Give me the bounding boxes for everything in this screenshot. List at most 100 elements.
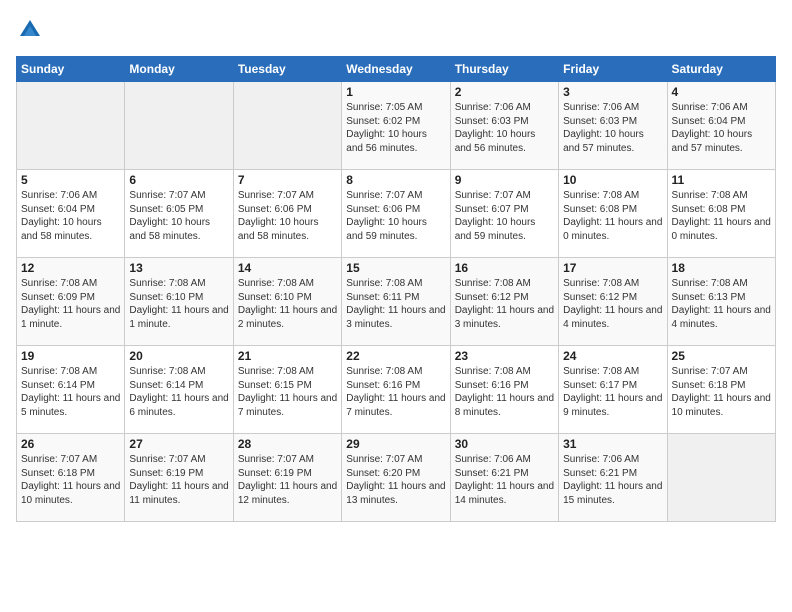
header-thursday: Thursday (450, 57, 558, 82)
day-number: 28 (238, 437, 337, 451)
day-info: Sunrise: 7:08 AM Sunset: 6:10 PM Dayligh… (238, 277, 337, 331)
calendar-cell: 31Sunrise: 7:06 AM Sunset: 6:21 PM Dayli… (559, 434, 667, 522)
day-number: 3 (563, 85, 662, 99)
day-info: Sunrise: 7:08 AM Sunset: 6:09 PM Dayligh… (21, 277, 120, 331)
day-info: Sunrise: 7:07 AM Sunset: 6:06 PM Dayligh… (346, 189, 445, 243)
day-info: Sunrise: 7:08 AM Sunset: 6:15 PM Dayligh… (238, 365, 337, 419)
calendar-cell: 26 Sunrise: 7:07 AM Sunset: 6:18 PM Dayli… (17, 434, 125, 522)
day-number: 4 (672, 85, 771, 99)
calendar-cell (125, 82, 233, 170)
day-number: 16 (455, 261, 554, 275)
day-number: 22 (346, 349, 445, 363)
calendar-cell: 2 Sunrise: 7:06 AM Sunset: 6:03 PM Daylig… (450, 82, 558, 170)
day-number: 18 (672, 261, 771, 275)
day-number: 25 (672, 349, 771, 363)
calendar-cell: 13 Sunrise: 7:08 AM Sunset: 6:10 PM Dayli… (125, 258, 233, 346)
day-info: Sunrise: 7:06 AM Sunset: 6:03 PM Dayligh… (455, 101, 554, 155)
day-number: 21 (238, 349, 337, 363)
day-info: Sunrise: 7:05 AM Sunset: 6:02 PM Dayligh… (346, 101, 445, 155)
day-info: Sunrise: 7:06 AM Sunset: 6:04 PM Dayligh… (21, 189, 120, 243)
calendar-cell: 21 Sunrise: 7:08 AM Sunset: 6:15 PM Dayli… (233, 346, 341, 434)
day-info: Sunrise: 7:08 AM Sunset: 6:13 PM Dayligh… (672, 277, 771, 331)
calendar-cell: 6 Sunrise: 7:07 AM Sunset: 6:05 PM Daylig… (125, 170, 233, 258)
calendar-table: SundayMondayTuesdayWednesdayThursdayFrid… (16, 56, 776, 522)
day-info: Sunrise: 7:07 AM Sunset: 6:07 PM Dayligh… (455, 189, 554, 243)
calendar-cell: 19 Sunrise: 7:08 AM Sunset: 6:14 PM Dayli… (17, 346, 125, 434)
day-number: 6 (129, 173, 228, 187)
calendar-cell: 25 Sunrise: 7:07 AM Sunset: 6:18 PM Dayli… (667, 346, 775, 434)
day-info: Sunrise: 7:08 AM Sunset: 6:08 PM Dayligh… (563, 189, 662, 243)
day-number: 20 (129, 349, 228, 363)
logo-icon (16, 16, 44, 44)
calendar-cell: 16 Sunrise: 7:08 AM Sunset: 6:12 PM Dayli… (450, 258, 558, 346)
calendar-cell: 11Sunrise: 7:08 AM Sunset: 6:08 PM Dayli… (667, 170, 775, 258)
header-tuesday: Tuesday (233, 57, 341, 82)
day-number: 26 (21, 437, 120, 451)
calendar-cell: 5 Sunrise: 7:06 AM Sunset: 6:04 PM Daylig… (17, 170, 125, 258)
day-number: 27 (129, 437, 228, 451)
day-info: Sunrise: 7:08 AM Sunset: 6:14 PM Dayligh… (129, 365, 228, 419)
day-number: 7 (238, 173, 337, 187)
day-info: Sunrise: 7:08 AM Sunset: 6:10 PM Dayligh… (129, 277, 228, 331)
calendar-cell: 28 Sunrise: 7:07 AM Sunset: 6:19 PM Dayli… (233, 434, 341, 522)
day-info: Sunrise: 7:06 AM Sunset: 6:04 PM Dayligh… (672, 101, 771, 155)
calendar-cell: 14 Sunrise: 7:08 AM Sunset: 6:10 PM Dayli… (233, 258, 341, 346)
page-header (16, 16, 776, 44)
calendar-cell: 23Sunrise: 7:08 AM Sunset: 6:16 PM Dayli… (450, 346, 558, 434)
day-info: Sunrise: 7:07 AM Sunset: 6:18 PM Dayligh… (21, 453, 120, 507)
calendar-cell: 24Sunrise: 7:08 AM Sunset: 6:17 PM Dayli… (559, 346, 667, 434)
day-number: 17 (563, 261, 662, 275)
calendar-cell (17, 82, 125, 170)
calendar-cell: 27 Sunrise: 7:07 AM Sunset: 6:19 PM Dayli… (125, 434, 233, 522)
day-number: 24 (563, 349, 662, 363)
calendar-cell: 30Sunrise: 7:06 AM Sunset: 6:21 PM Dayli… (450, 434, 558, 522)
day-info: Sunrise: 7:08 AM Sunset: 6:14 PM Dayligh… (21, 365, 120, 419)
day-number: 5 (21, 173, 120, 187)
header-monday: Monday (125, 57, 233, 82)
calendar-cell: 20 Sunrise: 7:08 AM Sunset: 6:14 PM Dayli… (125, 346, 233, 434)
day-info: Sunrise: 7:07 AM Sunset: 6:05 PM Dayligh… (129, 189, 228, 243)
day-info: Sunrise: 7:08 AM Sunset: 6:12 PM Dayligh… (563, 277, 662, 331)
day-number: 8 (346, 173, 445, 187)
day-info: Sunrise: 7:07 AM Sunset: 6:20 PM Dayligh… (346, 453, 445, 507)
calendar-header-row: SundayMondayTuesdayWednesdayThursdayFrid… (17, 57, 776, 82)
calendar-week-1: 5 Sunrise: 7:06 AM Sunset: 6:04 PM Daylig… (17, 170, 776, 258)
calendar-week-2: 12 Sunrise: 7:08 AM Sunset: 6:09 PM Dayli… (17, 258, 776, 346)
day-number: 1 (346, 85, 445, 99)
day-number: 14 (238, 261, 337, 275)
calendar-cell (667, 434, 775, 522)
calendar-cell: 9 Sunrise: 7:07 AM Sunset: 6:07 PM Daylig… (450, 170, 558, 258)
day-number: 23 (455, 349, 554, 363)
header-sunday: Sunday (17, 57, 125, 82)
calendar-cell: 18 Sunrise: 7:08 AM Sunset: 6:13 PM Dayli… (667, 258, 775, 346)
calendar-cell: 17 Sunrise: 7:08 AM Sunset: 6:12 PM Dayli… (559, 258, 667, 346)
day-info: Sunrise: 7:06 AM Sunset: 6:03 PM Dayligh… (563, 101, 662, 155)
day-info: Sunrise: 7:07 AM Sunset: 6:19 PM Dayligh… (129, 453, 228, 507)
day-info: Sunrise: 7:07 AM Sunset: 6:19 PM Dayligh… (238, 453, 337, 507)
calendar-week-0: 1 Sunrise: 7:05 AM Sunset: 6:02 PM Daylig… (17, 82, 776, 170)
day-info: Sunrise: 7:07 AM Sunset: 6:18 PM Dayligh… (672, 365, 771, 419)
calendar-cell: 3 Sunrise: 7:06 AM Sunset: 6:03 PM Daylig… (559, 82, 667, 170)
calendar-cell: 12 Sunrise: 7:08 AM Sunset: 6:09 PM Dayli… (17, 258, 125, 346)
day-info: Sunrise: 7:07 AM Sunset: 6:06 PM Dayligh… (238, 189, 337, 243)
header-wednesday: Wednesday (342, 57, 450, 82)
day-info: Sunrise: 7:08 AM Sunset: 6:12 PM Dayligh… (455, 277, 554, 331)
day-number: 12 (21, 261, 120, 275)
calendar-week-3: 19 Sunrise: 7:08 AM Sunset: 6:14 PM Dayli… (17, 346, 776, 434)
day-number: 10 (563, 173, 662, 187)
day-info: Sunrise: 7:08 AM Sunset: 6:11 PM Dayligh… (346, 277, 445, 331)
day-number: 9 (455, 173, 554, 187)
day-number: 11 (672, 173, 771, 187)
day-number: 2 (455, 85, 554, 99)
day-number: 31 (563, 437, 662, 451)
day-info: Sunrise: 7:08 AM Sunset: 6:16 PM Dayligh… (346, 365, 445, 419)
day-number: 30 (455, 437, 554, 451)
calendar-cell (233, 82, 341, 170)
day-number: 13 (129, 261, 228, 275)
day-number: 19 (21, 349, 120, 363)
calendar-cell: 8 Sunrise: 7:07 AM Sunset: 6:06 PM Daylig… (342, 170, 450, 258)
calendar-cell: 10 Sunrise: 7:08 AM Sunset: 6:08 PM Dayli… (559, 170, 667, 258)
calendar-cell: 7 Sunrise: 7:07 AM Sunset: 6:06 PM Daylig… (233, 170, 341, 258)
calendar-cell: 22 Sunrise: 7:08 AM Sunset: 6:16 PM Dayli… (342, 346, 450, 434)
day-number: 29 (346, 437, 445, 451)
